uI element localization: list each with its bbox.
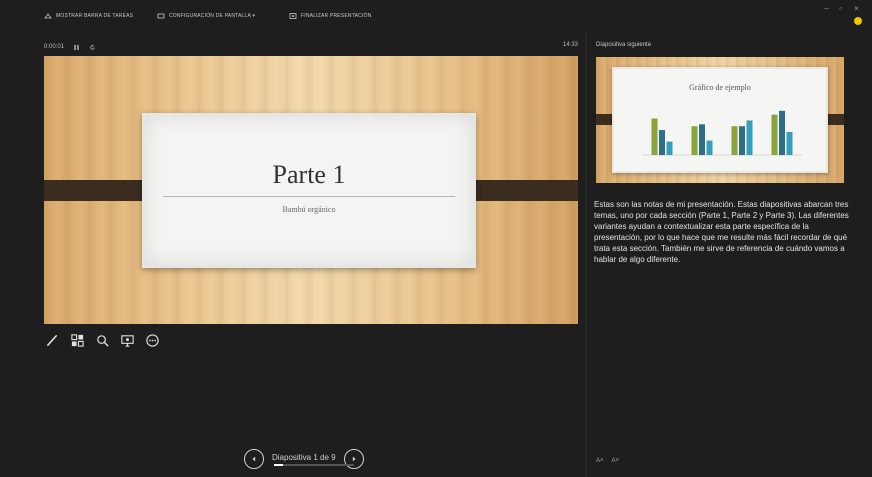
display-settings-button[interactable]: CONFIGURACIÓN DE PANTALLA ▾ [157, 11, 255, 21]
pane-divider[interactable] [586, 30, 587, 477]
slide-subtitle: Bambú orgánico [282, 205, 336, 214]
show-taskbar-label: MOSTRAR BARRA DE TAREAS [56, 13, 134, 19]
elapsed-time: 0:00:01 [44, 44, 65, 50]
next-slide-chart [642, 110, 802, 156]
slide-band-right [468, 180, 578, 201]
slide-navigator: Diapositiva 1 de 9 [244, 447, 364, 471]
slide-counter[interactable]: Diapositiva 1 de 9 [272, 452, 354, 466]
next-slide-label: Diapositiva siguiente [596, 42, 652, 48]
slide-progress-bar [274, 463, 354, 466]
slide-title-card: Parte 1 Bambú orgánico [142, 113, 476, 268]
display-settings-icon [157, 13, 165, 19]
slide-band-left [44, 180, 152, 201]
restore-icon[interactable]: ▫ [836, 4, 845, 13]
end-slide-show-button[interactable]: FINALIZAR PRESENTACIÓN [289, 11, 371, 21]
slide-divider [163, 196, 455, 197]
chart-bar [739, 126, 745, 155]
see-all-slides-icon[interactable] [69, 332, 85, 348]
chart-bar [771, 114, 778, 155]
increase-font-icon[interactable]: A˄ [596, 458, 604, 464]
taskbar-icon [44, 13, 52, 19]
next-slide-preview[interactable]: Gráfico de ejemplo [596, 57, 844, 183]
speaker-notes[interactable]: Estas son las notas de mi presentación. … [594, 199, 852, 265]
decrease-font-icon[interactable]: A˅ [612, 458, 620, 464]
chart-bar [779, 110, 785, 155]
end-show-icon [289, 13, 297, 19]
chart-bar [659, 130, 665, 155]
presenter-toolbar: MOSTRAR BARRA DE TAREAS CONFIGURACIÓN DE… [0, 0, 872, 30]
pause-timer-icon[interactable] [72, 43, 80, 51]
status-indicator [854, 17, 862, 25]
zoom-icon[interactable] [94, 332, 110, 348]
chevron-right-icon [352, 456, 356, 462]
slide-tools [44, 330, 160, 350]
chart-bar [666, 141, 673, 155]
end-slide-show-label: FINALIZAR PRESENTACIÓN [301, 13, 372, 19]
slide-counter-text: Diapositiva 1 de 9 [272, 452, 336, 462]
restart-timer-icon[interactable] [88, 43, 96, 51]
previous-slide-button[interactable] [244, 449, 264, 469]
close-icon[interactable]: × [852, 4, 861, 13]
next-slide-card: Gráfico de ejemplo [612, 67, 828, 173]
more-options-icon[interactable] [144, 332, 160, 348]
chart-bar [706, 140, 713, 155]
display-settings-label: CONFIGURACIÓN DE PANTALLA ▾ [169, 13, 256, 19]
chevron-left-icon [252, 456, 256, 462]
current-slide[interactable]: Parte 1 Bambú orgánico [44, 56, 578, 324]
clock-time: 14:33 [562, 42, 578, 48]
minimize-icon[interactable]: – [822, 4, 831, 13]
chart-bar [699, 124, 705, 155]
timer-bar: 0:00:01 [44, 42, 96, 52]
notes-font-controls: A˄ A˅ [596, 458, 619, 464]
next-slide-button[interactable] [343, 449, 364, 469]
chart-bar [651, 118, 658, 155]
next-slide-title: Gráfico de ejemplo [689, 83, 751, 92]
chart-bar [786, 131, 793, 155]
chart-bar [731, 126, 738, 155]
slide-title: Parte 1 [272, 160, 346, 189]
chart-bar [691, 126, 698, 155]
slide-progress-fill [274, 463, 283, 466]
show-taskbar-button[interactable]: MOSTRAR BARRA DE TAREAS [44, 11, 133, 21]
camera-icon[interactable] [119, 332, 135, 348]
pen-icon[interactable] [44, 332, 60, 348]
chart-bar [746, 120, 753, 155]
